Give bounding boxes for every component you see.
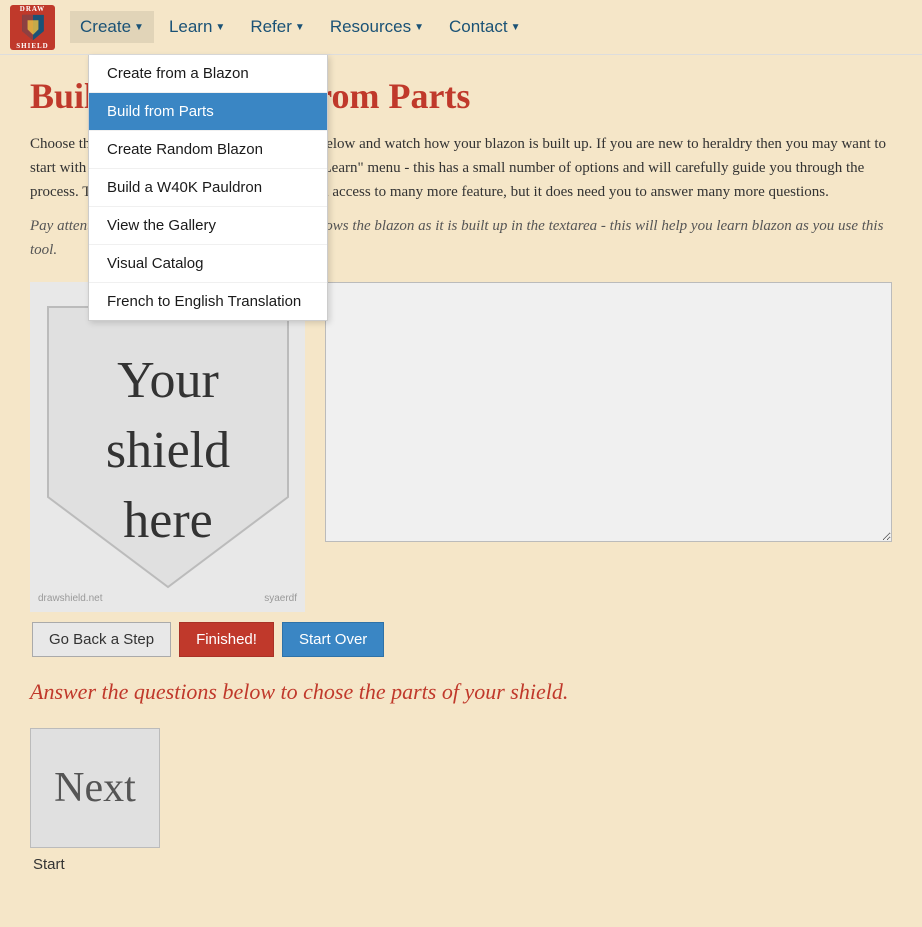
finished-button[interactable]: Finished! bbox=[179, 622, 274, 657]
nav-create-label: Create bbox=[80, 17, 131, 37]
next-button[interactable]: Next bbox=[30, 728, 160, 848]
nav-bar: DRAW SHIELD Create ▼ Learn ▼ Refer ▼ Res… bbox=[0, 0, 922, 55]
nav-resources-chevron: ▼ bbox=[414, 22, 424, 33]
watermark-left: drawshield.net bbox=[38, 593, 102, 604]
shield-placeholder-line3: here bbox=[123, 492, 212, 549]
nav-item-learn[interactable]: Learn ▼ bbox=[159, 11, 235, 43]
shield-placeholder-line2: shield bbox=[105, 422, 229, 479]
shield-svg: Your shield here bbox=[38, 297, 298, 597]
go-back-button[interactable]: Go Back a Step bbox=[32, 622, 171, 657]
nav-learn-chevron: ▼ bbox=[215, 22, 225, 33]
create-dropdown-menu: Create from a Blazon Build from Parts Cr… bbox=[88, 55, 328, 321]
blazon-textarea[interactable] bbox=[325, 282, 892, 542]
nav-refer-label: Refer bbox=[250, 17, 292, 37]
nav-contact-chevron: ▼ bbox=[511, 22, 521, 33]
logo-shield-icon bbox=[19, 13, 47, 42]
start-label: Start bbox=[33, 856, 65, 873]
nav-item-refer[interactable]: Refer ▼ bbox=[240, 11, 314, 43]
logo-top-text: DRAW bbox=[20, 5, 45, 13]
nav-items: Create ▼ Learn ▼ Refer ▼ Resources ▼ Con… bbox=[70, 11, 530, 43]
dropdown-item-gallery[interactable]: View the Gallery bbox=[89, 207, 327, 245]
nav-item-create[interactable]: Create ▼ bbox=[70, 11, 154, 43]
buttons-row: Go Back a Step Finished! Start Over bbox=[30, 622, 892, 657]
nav-learn-label: Learn bbox=[169, 17, 212, 37]
shield-area: Your shield here drawshield.net syaerdf bbox=[30, 282, 892, 612]
nav-contact-label: Contact bbox=[449, 17, 508, 37]
logo-bottom-text: SHIELD bbox=[16, 42, 48, 50]
nav-item-contact[interactable]: Contact ▼ bbox=[439, 11, 531, 43]
logo[interactable]: DRAW SHIELD bbox=[10, 5, 55, 50]
answer-heading: Answer the questions below to chose the … bbox=[30, 677, 892, 708]
dropdown-item-translation[interactable]: French to English Translation bbox=[89, 283, 327, 320]
shield-container: Your shield here drawshield.net syaerdf bbox=[30, 282, 305, 612]
dropdown-item-visual-catalog[interactable]: Visual Catalog bbox=[89, 245, 327, 283]
nav-create-chevron: ▼ bbox=[134, 22, 144, 33]
dropdown-item-build-parts[interactable]: Build from Parts bbox=[89, 93, 327, 131]
next-button-label: Next bbox=[54, 764, 136, 812]
dropdown-item-w40k[interactable]: Build a W40K Pauldron bbox=[89, 169, 327, 207]
start-over-button[interactable]: Start Over bbox=[282, 622, 384, 657]
dropdown-item-random-blazon[interactable]: Create Random Blazon bbox=[89, 131, 327, 169]
dropdown-item-create-blazon[interactable]: Create from a Blazon bbox=[89, 55, 327, 93]
watermark-right: syaerdf bbox=[264, 593, 297, 604]
nav-resources-label: Resources bbox=[330, 17, 411, 37]
nav-refer-chevron: ▼ bbox=[295, 22, 305, 33]
nav-item-resources[interactable]: Resources ▼ bbox=[320, 11, 434, 43]
shield-placeholder-line1: Your bbox=[117, 352, 219, 409]
